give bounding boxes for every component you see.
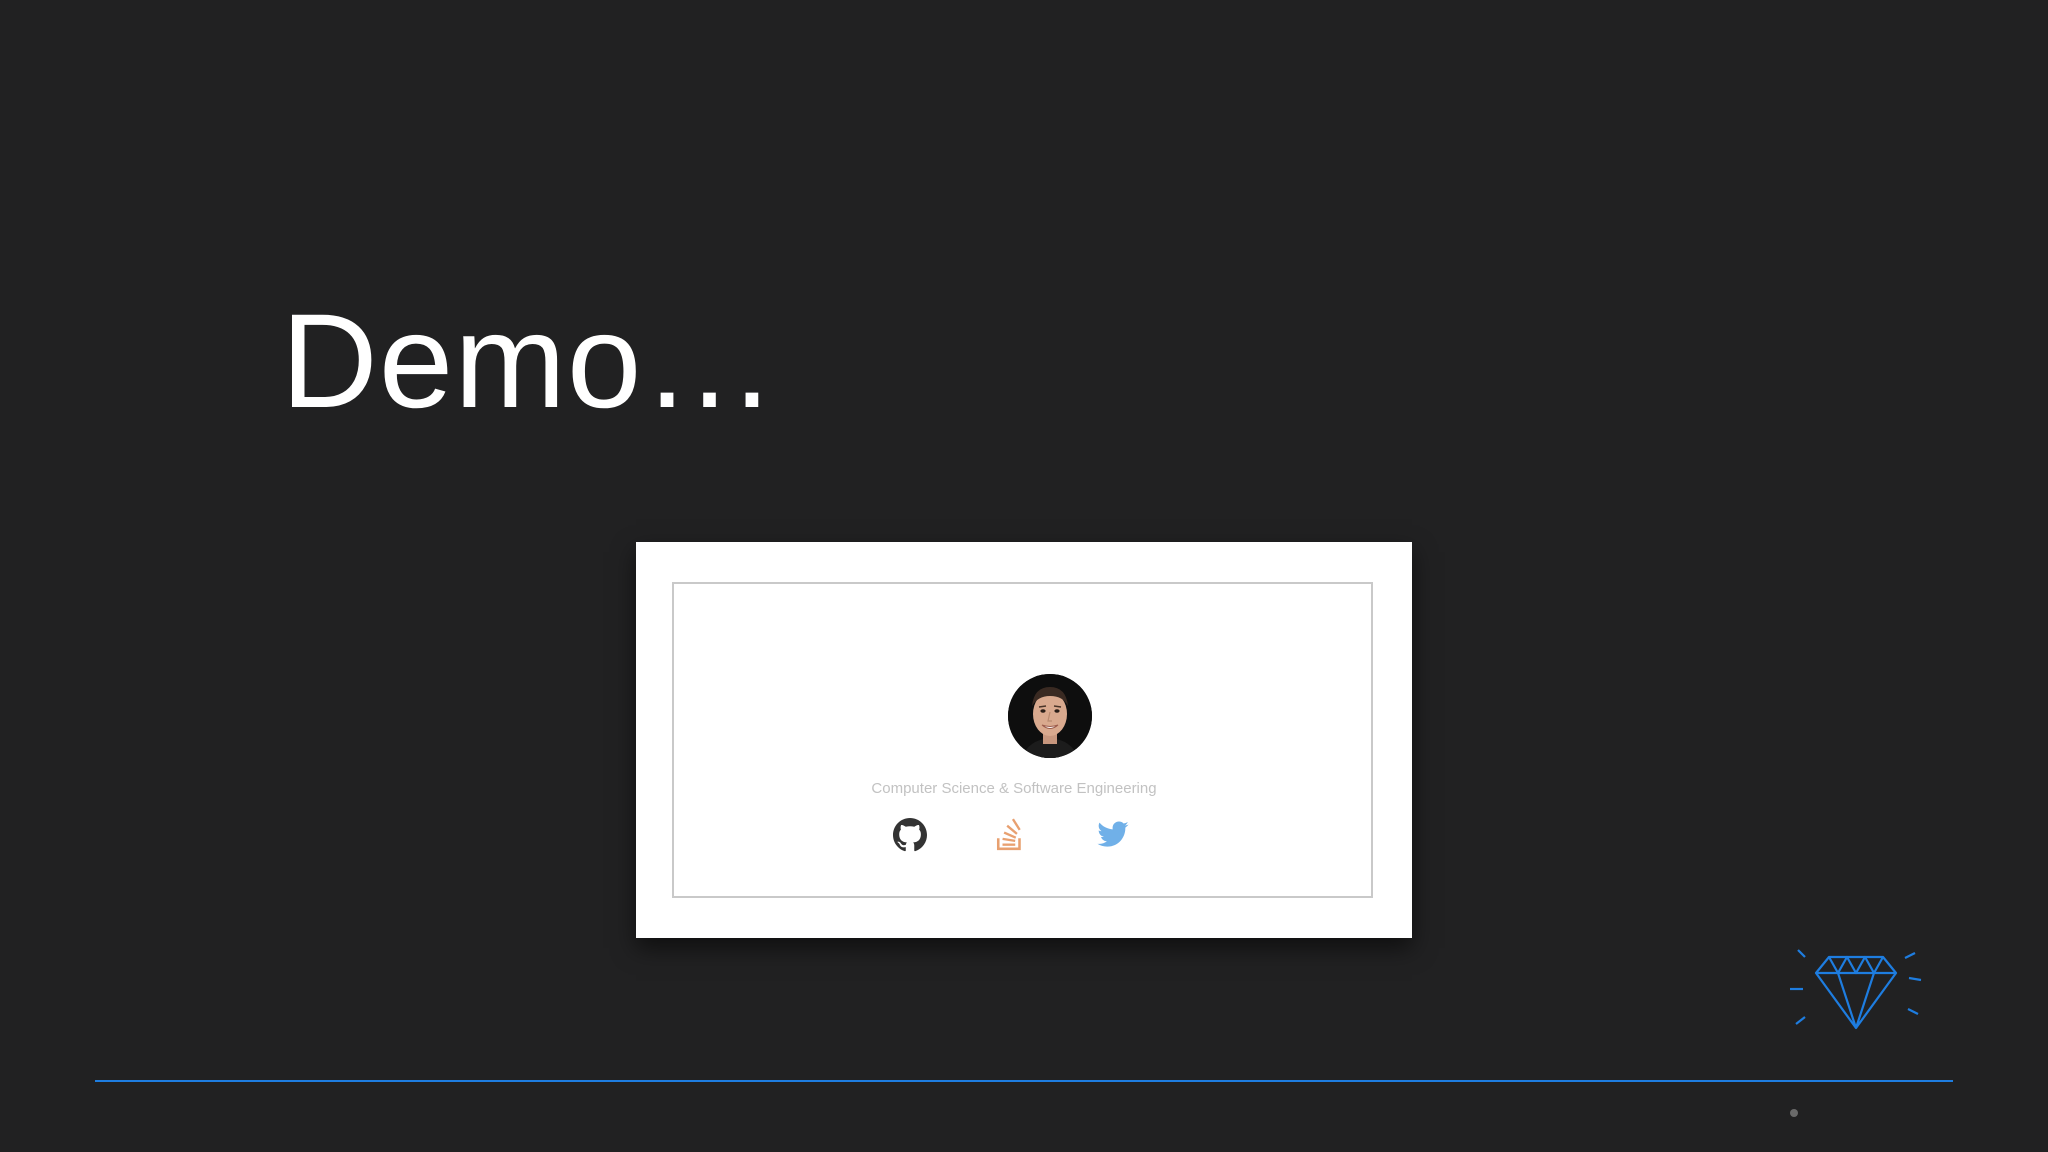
github-link[interactable]: [893, 818, 927, 852]
slide-indicator: [1790, 1109, 1798, 1117]
twitter-icon: [1097, 821, 1129, 847]
github-icon: [893, 818, 927, 852]
footer-divider: [95, 1080, 1953, 1082]
slide: Demo… Computer Science & Software Engine…: [0, 0, 2048, 1152]
stackoverflow-link[interactable]: [994, 818, 1028, 852]
twitter-link[interactable]: [1096, 818, 1130, 852]
profile-tagline: Computer Science & Software Engineering: [871, 780, 1157, 797]
stackoverflow-icon: [996, 818, 1021, 851]
diamond-icon: [1790, 949, 1922, 1030]
profile-photo: [1008, 674, 1092, 758]
avatar: [1008, 674, 1092, 758]
profile-panel: Computer Science & Software Engineering: [672, 582, 1373, 898]
demo-screenshot-card: Computer Science & Software Engineering: [636, 542, 1412, 938]
slide-title: Demo…: [281, 287, 778, 436]
